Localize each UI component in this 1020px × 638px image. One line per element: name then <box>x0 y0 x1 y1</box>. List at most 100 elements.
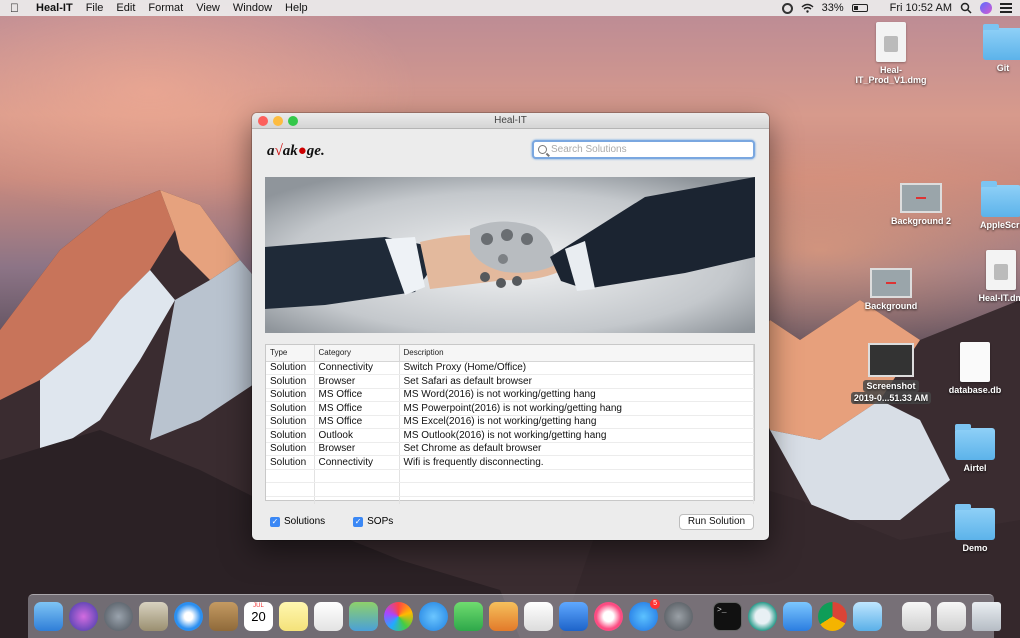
menu-edit[interactable]: Edit <box>116 2 135 14</box>
maps-icon[interactable] <box>349 602 378 631</box>
apple-menu-icon[interactable]:  <box>10 1 22 15</box>
support-agent-icon[interactable] <box>853 602 882 631</box>
safari-icon[interactable] <box>174 602 203 631</box>
desktop-item-demo[interactable]: Demo <box>930 504 1020 553</box>
downloads-icon[interactable] <box>937 602 966 631</box>
pages-icon[interactable] <box>489 602 518 631</box>
table-row[interactable]: Solution MS Office MS Word(2016) is not wo… <box>266 388 754 402</box>
maximize-icon[interactable] <box>288 116 298 126</box>
desktop-item-sublabel: 2019-0...51.33 AM <box>850 392 932 404</box>
desktop-item-database[interactable]: database.db <box>930 342 1020 395</box>
filter-checkboxes: ✓ Solutions ✓ SOPs <box>270 516 393 527</box>
solutions-table: Type Category Description Solution Connec… <box>265 344 755 505</box>
clock[interactable]: Fri 10:52 AM <box>890 2 952 14</box>
minimize-icon[interactable] <box>273 116 283 126</box>
desktop-item-label: AppleScri <box>979 220 1020 230</box>
spotlight-icon[interactable] <box>960 2 972 14</box>
folder-icon <box>983 24 1020 60</box>
solutions-checkbox[interactable]: ✓ <box>270 516 280 527</box>
mail-stamp-icon[interactable] <box>139 602 168 631</box>
photos-icon[interactable] <box>384 602 413 631</box>
cell-category: MS Office <box>314 388 400 402</box>
desktop-item-background-2[interactable]: Background 2 <box>876 183 966 226</box>
folder-icon <box>955 424 995 460</box>
notification-center-icon[interactable] <box>1000 3 1012 13</box>
siri-dock-icon[interactable] <box>69 602 98 631</box>
numbers-icon[interactable] <box>524 602 553 631</box>
app-store-icon[interactable]: 5 <box>629 599 660 631</box>
menu-app-name[interactable]: Heal-IT <box>36 2 73 14</box>
desktop-item-screenshot[interactable]: Screenshot 2019-0...51.33 AM <box>846 343 936 404</box>
document-icon <box>960 342 990 382</box>
menu-file[interactable]: File <box>86 2 104 14</box>
table-row[interactable]: Solution Connectivity Wifi is frequently d… <box>266 455 754 470</box>
solutions-checkbox-label[interactable]: Solutions <box>284 516 325 527</box>
table-header-row: Type Category Description <box>266 345 754 362</box>
terminal-icon[interactable]: >_ <box>713 602 742 631</box>
desktop-item-label: Heal-IT.dm <box>978 293 1020 303</box>
status-circle-icon[interactable] <box>781 2 793 14</box>
calendar-day: 20 <box>251 609 266 624</box>
finder-icon[interactable] <box>34 602 63 631</box>
keynote-icon[interactable] <box>559 602 588 631</box>
close-icon[interactable] <box>258 116 268 126</box>
cell-type: Solution <box>266 442 315 456</box>
desktop-item-heal-it-dmg[interactable]: Heal-IT.dm <box>956 250 1020 303</box>
reminders-icon[interactable] <box>314 602 343 631</box>
window-titlebar[interactable]: Heal-IT <box>252 113 769 129</box>
battery-icon[interactable] <box>851 4 868 12</box>
chrome-icon[interactable] <box>818 602 847 631</box>
app-icon[interactable] <box>748 602 777 631</box>
desktop-item-applescript[interactable]: AppleScri <box>956 181 1020 230</box>
itunes-icon[interactable] <box>594 602 623 631</box>
desktop-item-label: Git <box>996 63 1010 73</box>
dock: JUL 20 5 >_ <box>28 594 1001 638</box>
notes-icon[interactable] <box>279 602 308 631</box>
desktop-item-airtel[interactable]: Airtel <box>930 424 1020 473</box>
document-stack-icon[interactable] <box>902 602 931 631</box>
menu-help[interactable]: Help <box>285 2 308 14</box>
desktop-item-git[interactable]: Git <box>958 24 1020 73</box>
column-header-type[interactable]: Type <box>266 345 315 362</box>
desktop-item-heal-it-prod-dmg[interactable]: Heal- IT_Prod_V1.dmg <box>846 22 936 85</box>
dmg-icon <box>986 250 1016 290</box>
table-row[interactable]: Solution MS Office MS Powerpoint(2016) is … <box>266 401 754 416</box>
siri-icon[interactable] <box>980 2 992 14</box>
window-title: Heal-IT <box>494 115 527 126</box>
run-solution-button[interactable]: Run Solution <box>679 514 754 530</box>
search-icon <box>538 145 547 154</box>
cell-category: Browser <box>314 442 400 456</box>
cell-type: Solution <box>266 388 315 402</box>
desktop-item-background[interactable]: Background <box>846 268 936 311</box>
messages-icon[interactable] <box>419 602 448 631</box>
table-row[interactable]: Solution Browser Set Safari as default bro… <box>266 374 754 389</box>
table-row[interactable]: Solution Outlook MS Outlook(2016) is not w… <box>266 428 754 443</box>
sops-checkbox[interactable]: ✓ <box>353 516 364 527</box>
search-field[interactable] <box>532 140 755 159</box>
xcode-icon[interactable] <box>783 602 812 631</box>
image-icon <box>900 183 942 213</box>
table-row[interactable]: Solution MS Office MS Excel(2016) is not w… <box>266 415 754 429</box>
menu-format[interactable]: Format <box>148 2 183 14</box>
facetime-icon[interactable] <box>454 602 483 631</box>
table-row[interactable]: Solution Browser Set Chrome as default bro… <box>266 442 754 456</box>
launchpad-icon[interactable] <box>104 602 133 631</box>
search-input[interactable] <box>551 144 741 155</box>
cell-type: Solution <box>266 428 315 443</box>
wifi-icon[interactable] <box>801 3 814 13</box>
system-preferences-icon[interactable] <box>664 602 693 631</box>
cell-category: Connectivity <box>314 361 400 375</box>
cell-type: Solution <box>266 401 315 416</box>
battery-percent: 33% <box>821 2 844 14</box>
contacts-icon[interactable] <box>209 602 238 631</box>
table-row[interactable]: Solution Connectivity Switch Proxy (Home/O… <box>266 361 754 375</box>
calendar-icon[interactable]: JUL 20 <box>244 602 273 631</box>
menu-view[interactable]: View <box>196 2 220 14</box>
column-header-description[interactable]: Description <box>399 345 754 362</box>
menu-window[interactable]: Window <box>233 2 272 14</box>
sops-checkbox-label[interactable]: SOPs <box>367 516 393 527</box>
screenshot-icon <box>868 343 914 377</box>
dmg-icon <box>876 22 906 62</box>
column-header-category[interactable]: Category <box>314 345 400 362</box>
trash-icon[interactable] <box>972 602 1001 631</box>
